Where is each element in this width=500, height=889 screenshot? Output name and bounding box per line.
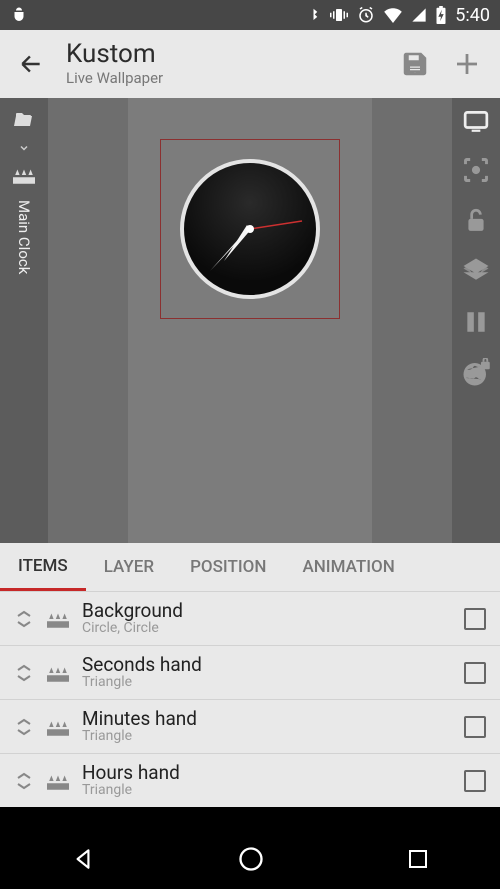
preview-sidebar-right (452, 98, 500, 543)
pause-icon[interactable] (463, 308, 489, 336)
bluetooth-icon (306, 6, 321, 24)
checkbox[interactable] (464, 770, 486, 792)
page-subtitle: Live Wallpaper (66, 69, 378, 87)
vibrate-icon (329, 6, 349, 24)
app-bar: Kustom Live Wallpaper (0, 30, 500, 98)
unlock-icon[interactable] (463, 206, 489, 234)
list-item[interactable]: Minutes hand Triangle (0, 699, 500, 753)
nav-home-icon[interactable] (237, 845, 265, 873)
items-list: Background Circle, Circle Seconds hand T… (0, 591, 500, 807)
item-title: Background (82, 601, 454, 621)
tab-position[interactable]: POSITION (172, 543, 284, 591)
item-title: Hours hand (82, 763, 454, 783)
debug-icon (10, 6, 28, 24)
layers-icon[interactable] (461, 256, 491, 286)
signal-icon (411, 7, 427, 23)
save-icon[interactable] (400, 49, 430, 79)
item-title: Seconds hand (82, 655, 454, 675)
nav-recent-icon[interactable] (406, 847, 430, 871)
item-subtitle: Triangle (82, 728, 454, 744)
globe-lock-icon[interactable] (461, 358, 491, 388)
back-icon[interactable] (18, 51, 44, 77)
list-item[interactable]: Background Circle, Circle (0, 591, 500, 645)
preview-canvas[interactable] (48, 98, 452, 543)
list-item[interactable]: Seconds hand Triangle (0, 645, 500, 699)
battery-charging-icon (435, 6, 447, 24)
item-group-icon (44, 662, 72, 684)
checkbox[interactable] (464, 716, 486, 738)
item-group-icon (44, 608, 72, 630)
status-time: 5:40 (455, 5, 490, 26)
preview-sidebar-left: Main Clock (0, 98, 48, 543)
android-nav-bar (0, 829, 500, 889)
display-icon[interactable] (461, 108, 491, 134)
add-icon[interactable] (452, 49, 482, 79)
tab-animation[interactable]: ANIMATION (284, 543, 412, 591)
item-subtitle: Triangle (82, 674, 454, 690)
reorder-handle[interactable] (14, 718, 34, 736)
folder-open-icon[interactable] (10, 108, 38, 132)
item-subtitle: Triangle (82, 782, 454, 798)
reorder-handle[interactable] (14, 772, 34, 790)
main-clock-icon[interactable] (10, 164, 38, 186)
tab-items[interactable]: ITEMS (0, 543, 86, 591)
nav-back-icon[interactable] (70, 846, 96, 872)
focus-icon[interactable] (462, 156, 490, 184)
clock-preview[interactable] (180, 159, 320, 299)
item-group-icon (44, 770, 72, 792)
page-title: Kustom (66, 41, 378, 67)
item-title: Minutes hand (82, 709, 454, 729)
list-item[interactable]: Hours hand Triangle (0, 753, 500, 807)
status-bar: 5:40 (0, 0, 500, 30)
checkbox[interactable] (464, 662, 486, 684)
chevron-down-icon[interactable] (16, 142, 32, 154)
tabs-bar: ITEMS LAYER POSITION ANIMATION (0, 543, 500, 591)
wifi-icon (383, 7, 403, 23)
item-subtitle: Circle, Circle (82, 620, 454, 636)
reorder-handle[interactable] (14, 664, 34, 682)
sidebar-label: Main Clock (15, 200, 33, 274)
item-group-icon (44, 716, 72, 738)
preview-area: Main Clock (0, 98, 500, 543)
checkbox[interactable] (464, 608, 486, 630)
alarm-icon (357, 6, 375, 24)
reorder-handle[interactable] (14, 610, 34, 628)
tab-layer[interactable]: LAYER (86, 543, 172, 591)
